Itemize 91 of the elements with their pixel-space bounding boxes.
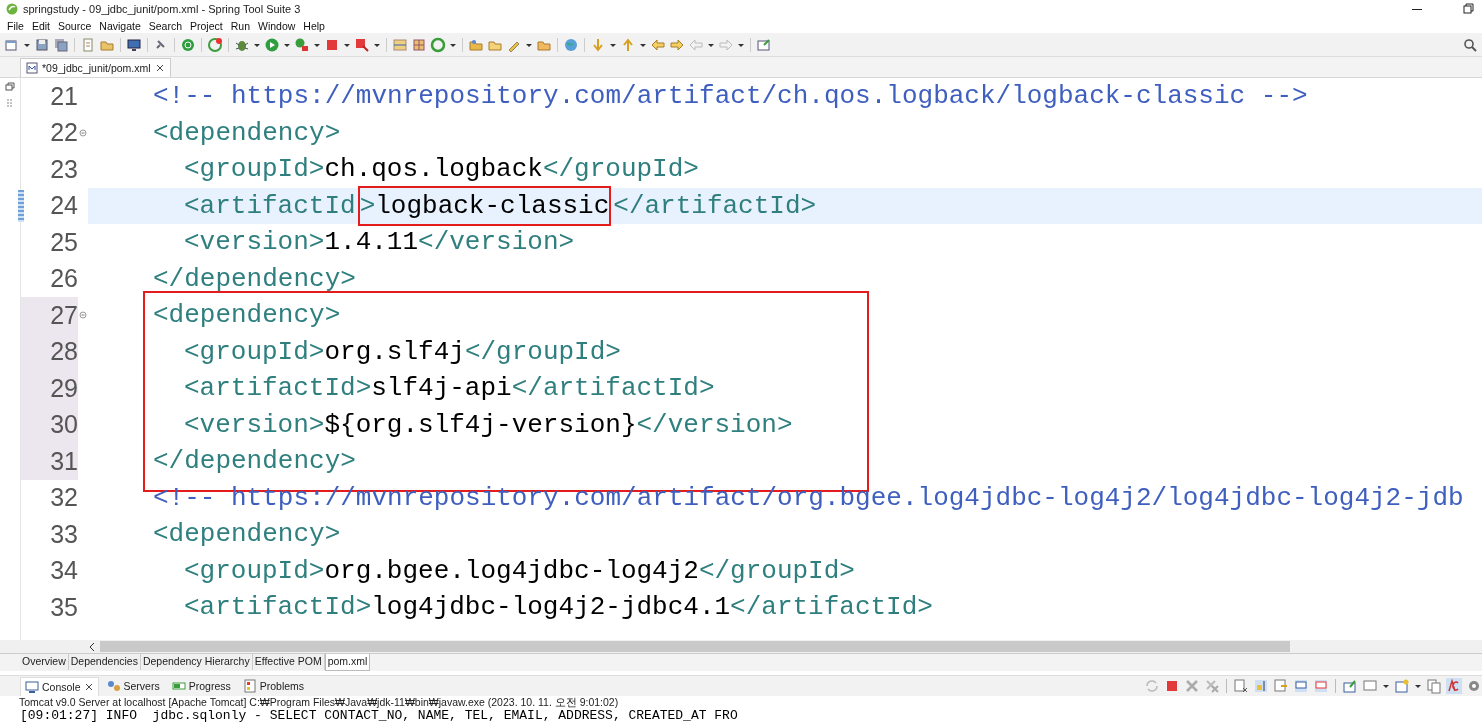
globe-icon[interactable] [563, 36, 579, 53]
line-number: 28 [50, 337, 78, 367]
line-number: 34 [50, 556, 78, 586]
code-line: <!-- https://mvnrepository.com/artifact/ch.qos.logback/logback-classic --> [152, 80, 1309, 114]
search-icon[interactable] [1462, 36, 1478, 53]
code-line: <groupId>org.bgee.log4jdbc-log4j2</groupId> [183, 554, 856, 588]
power-icon[interactable] [180, 36, 196, 53]
close-icon[interactable] [154, 63, 165, 73]
save-all-icon[interactable] [53, 36, 69, 53]
code-line: <version>1.4.11</version> [183, 226, 576, 260]
code-line: <dependency> [152, 116, 342, 150]
line-number: 27 [50, 300, 78, 330]
console-description: Tomcat v9.0 Server at localhost [Apache Tomcat] C:₩Program Files₩Java₩jdk-11₩bin₩javaw.exe (2023. 10. 11. 오전 9:01:02) [18, 696, 620, 708]
menu-item[interactable]: Help [299, 19, 329, 32]
menu-item[interactable]: Navigate [95, 19, 145, 32]
console-output: [09:01:27] INFO jdbc.sqlonly - SELECT CONTACT_NO, NAME, TEL, EMAIL, ADDRESS, CREATED_AT FRO [19, 708, 739, 724]
line-number: 23 [50, 154, 78, 184]
code-line: </dependency> [152, 262, 357, 296]
code-line: <dependency> [152, 518, 342, 552]
scroll-lock-icon[interactable] [1253, 678, 1269, 694]
code-line: <version>${org.slf4j-version}</version> [183, 408, 794, 442]
console-out-icon[interactable] [1293, 678, 1309, 694]
code-line: <groupId>org.slf4j</groupId> [183, 335, 622, 369]
grip-icon[interactable] [6, 98, 14, 108]
monitor-icon [25, 679, 39, 694]
word-wrap-icon[interactable] [1273, 678, 1289, 694]
monitor-icon[interactable] [126, 36, 142, 53]
view-tab[interactable]: Problems [238, 677, 309, 695]
line-number: 32 [50, 483, 78, 513]
menu-item[interactable]: Run [226, 19, 254, 32]
view-tab[interactable]: Progress [167, 677, 235, 695]
line-number: 33 [50, 519, 78, 549]
servers-icon [106, 679, 121, 693]
code-line: </dependency> [152, 445, 357, 479]
menu-item[interactable]: Edit [27, 19, 54, 32]
page-tab[interactable]: Dependency Hierarchy [140, 654, 253, 670]
refresh-icon[interactable] [207, 36, 223, 53]
code-line: <dependency> [152, 299, 342, 333]
dropdown-caret-icon[interactable] [1414, 682, 1422, 690]
app-logo-icon [6, 3, 18, 15]
remove-all-icon[interactable] [1204, 678, 1220, 694]
page-tab[interactable]: Effective POM [252, 654, 325, 670]
save-icon[interactable] [34, 36, 50, 53]
line-number: 26 [50, 264, 78, 294]
line-number: 30 [50, 410, 78, 440]
menu-item[interactable]: Project [186, 19, 227, 32]
view-tab[interactable]: Console [20, 676, 99, 696]
file-icon [26, 62, 38, 74]
stop-icon[interactable] [1164, 678, 1180, 694]
perspective-icon[interactable] [756, 36, 772, 53]
run-config-icon[interactable] [294, 36, 310, 53]
progress-icon [171, 679, 186, 693]
code-line: <!-- https://mvnrepository.com/artifact/org.bgee.log4jdbc-log4j2/log4jdbc-log4j2-jdb [152, 481, 1465, 515]
pin-console-icon[interactable] [1342, 678, 1358, 694]
code-line: <groupId>ch.qos.logback</groupId> [183, 153, 700, 187]
console-err-icon[interactable] [1313, 678, 1329, 694]
package-icon[interactable] [392, 36, 408, 53]
menu-item[interactable]: File [3, 19, 28, 32]
editor-tab[interactable]: *09_jdbc_junit/pom.xml [20, 58, 171, 77]
line-number: 24 [50, 191, 78, 221]
document-icon[interactable] [80, 36, 96, 53]
dropdown-caret-icon[interactable] [1382, 682, 1390, 690]
line-number: 22 [50, 118, 78, 148]
page-tab[interactable]: Dependencies [68, 654, 141, 670]
menu-item[interactable]: Source [54, 19, 96, 32]
view-tab[interactable]: Servers [102, 677, 164, 695]
problems-icon [242, 679, 257, 693]
remove-icon[interactable] [1184, 678, 1200, 694]
page-tab[interactable]: Overview [20, 654, 69, 670]
line-number: 21 [50, 81, 78, 111]
restore-icon[interactable] [5, 82, 15, 92]
window-title: springstudy - 09_jdbc_junit/pom.xml - Spring Tool Suite 3 [23, 3, 301, 15]
page-tab[interactable]: pom.xml [324, 654, 371, 671]
code-line: <artifactId>log4jdbc-log4j2-jdbc4.1</artifactId> [183, 591, 934, 625]
line-number: 31 [50, 446, 78, 476]
menu-item[interactable]: Window [254, 19, 300, 32]
grid-icon[interactable] [411, 36, 427, 53]
ansi-icon[interactable] [1446, 678, 1462, 694]
fold-icon[interactable] [79, 311, 87, 320]
clear-console-icon[interactable] [1233, 678, 1249, 694]
menu-item[interactable]: Search [144, 19, 187, 32]
scrollbar-thumb[interactable] [100, 641, 1290, 652]
close-icon[interactable] [83, 681, 94, 692]
fold-icon[interactable] [79, 128, 87, 137]
terminate-icon[interactable] [354, 36, 370, 53]
line-number: 29 [50, 373, 78, 403]
scroll-left-icon[interactable] [88, 641, 96, 652]
code-line: <artifactId>slf4j-api</artifactId> [183, 372, 716, 406]
line-number: 25 [50, 227, 78, 257]
line-number: 35 [50, 592, 78, 622]
restore-icon[interactable] [1462, 2, 1476, 16]
